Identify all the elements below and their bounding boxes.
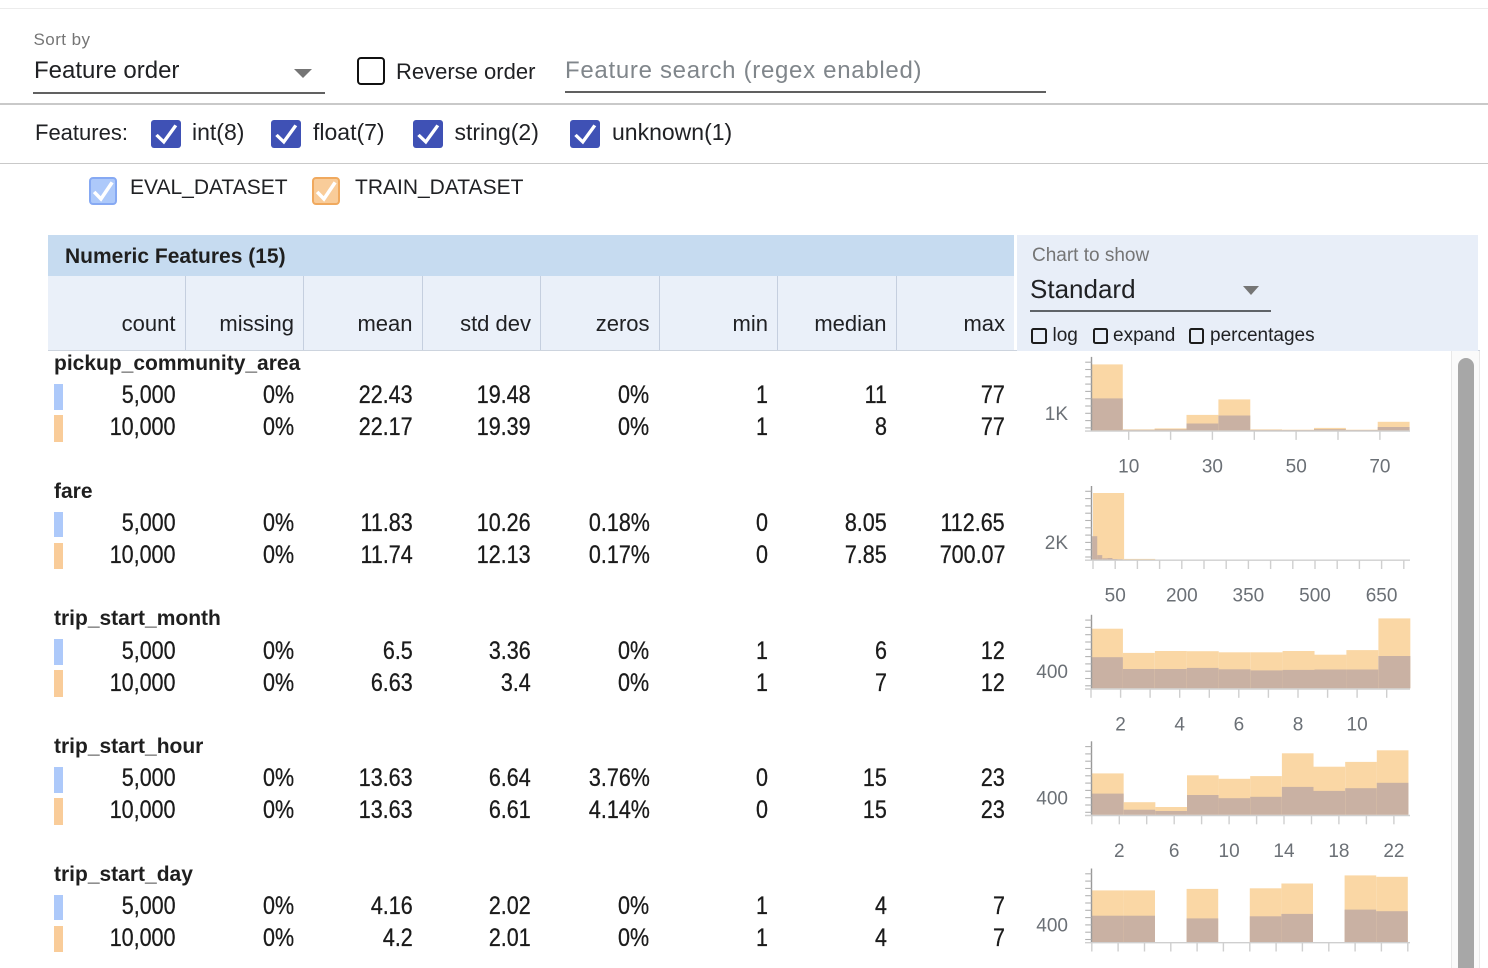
svg-text:350: 350 [1233, 586, 1265, 607]
svg-text:22: 22 [1383, 841, 1404, 862]
svg-text:30: 30 [1202, 456, 1223, 477]
svg-text:2: 2 [1114, 841, 1125, 862]
svg-text:10: 10 [1118, 456, 1139, 477]
svg-text:200: 200 [1166, 586, 1198, 607]
svg-text:8: 8 [1293, 714, 1304, 735]
svg-text:1K: 1K [1045, 404, 1069, 425]
svg-text:650: 650 [1366, 586, 1398, 607]
svg-text:2K: 2K [1045, 533, 1069, 554]
svg-text:70: 70 [1369, 456, 1390, 477]
svg-text:4: 4 [1174, 714, 1185, 735]
svg-text:50: 50 [1286, 456, 1307, 477]
svg-text:400: 400 [1036, 789, 1068, 810]
svg-text:2: 2 [1115, 714, 1126, 735]
svg-text:50: 50 [1105, 586, 1126, 607]
svg-text:10: 10 [1347, 714, 1368, 735]
svg-text:10: 10 [1219, 841, 1240, 862]
svg-text:14: 14 [1273, 841, 1295, 862]
svg-text:400: 400 [1036, 662, 1068, 683]
svg-text:6: 6 [1234, 714, 1245, 735]
svg-text:500: 500 [1299, 586, 1331, 607]
svg-text:400: 400 [1036, 916, 1068, 937]
svg-text:6: 6 [1169, 841, 1180, 862]
svg-text:18: 18 [1328, 841, 1349, 862]
